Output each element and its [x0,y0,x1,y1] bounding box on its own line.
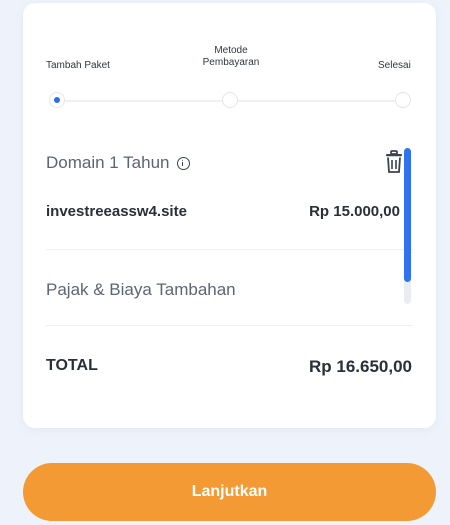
step-dot-active [49,92,65,108]
trash-icon[interactable] [385,150,403,174]
info-icon[interactable] [176,156,190,170]
domain-item-price: Rp 15.000,00 [309,203,400,220]
domain-title-text: Domain 1 Tahun [46,153,170,172]
step-dot-2 [222,92,238,108]
domain-section-title: Domain 1 Tahun [46,153,413,173]
divider [46,249,413,250]
step-label-tambah-paket: Tambah Paket [46,60,110,71]
continue-button[interactable]: Lanjutkan [23,463,436,521]
total-value: Rp 16.650,00 [308,357,412,376]
step-label-metode-pembayaran: Metode Pembayaran [202,45,260,68]
tax-fees-label[interactable]: Pajak & Biaya Tambahan [46,280,413,300]
step-dot-3 [395,92,411,108]
step-label-selesai: Selesai [378,60,411,71]
scrollbar-thumb[interactable] [404,148,411,282]
progress-stepper: Tambah Paket Metode Pembayaran Selesai [23,3,436,123]
order-summary-card: Tambah Paket Metode Pembayaran Selesai D… [23,3,436,428]
divider [46,325,413,326]
